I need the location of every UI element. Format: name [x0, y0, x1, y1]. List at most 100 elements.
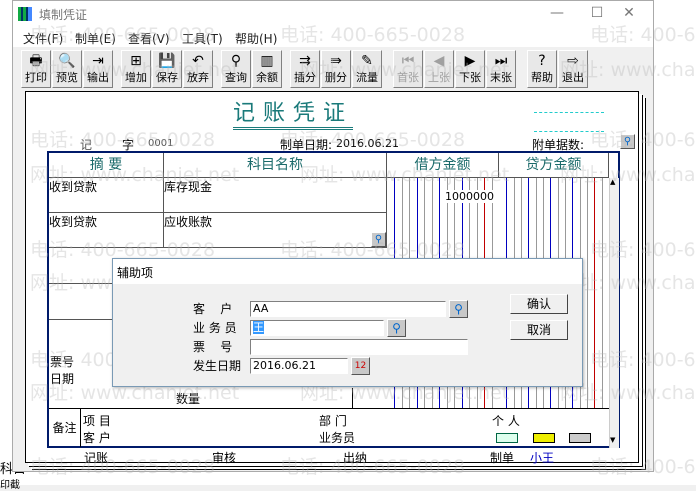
- close-button[interactable]: ✕: [615, 5, 643, 21]
- date-row-label: 日期: [50, 372, 75, 386]
- footer-bookkeep: 记账: [84, 451, 109, 465]
- minimize-button[interactable]: —: [543, 5, 571, 21]
- previous-button[interactable]: ◀ 上张: [424, 50, 454, 88]
- menu-tools[interactable]: 工具(T): [182, 30, 223, 47]
- header-account: 科目名称: [164, 153, 387, 178]
- maximize-button[interactable]: ☐: [583, 5, 611, 21]
- last-icon: ⏭: [494, 53, 508, 69]
- scrollbar[interactable]: ▲ ▼: [609, 178, 619, 448]
- ticket-input[interactable]: [250, 339, 468, 355]
- notes-salesman[interactable]: 业务员: [319, 429, 355, 446]
- preview-icon: 🔍: [58, 53, 76, 69]
- exit-button[interactable]: ⇨ 退出: [558, 50, 588, 88]
- first-icon: ⏮: [401, 53, 415, 69]
- menu-make[interactable]: 制单(E): [75, 30, 116, 47]
- ok-button[interactable]: 确认: [510, 294, 568, 314]
- table-row-2-summary[interactable]: 收到贷款: [49, 213, 164, 248]
- insert-line-icon: ⇉: [299, 53, 311, 69]
- footer-maker: 小王: [530, 451, 555, 465]
- date-label: 发生日期: [193, 359, 242, 373]
- notes-edit-icon[interactable]: [569, 433, 591, 443]
- menu-help[interactable]: 帮助(H): [235, 30, 277, 47]
- insert-line-button[interactable]: ⇉ 插分: [290, 50, 320, 88]
- discard-button[interactable]: ↶ 放弃: [183, 50, 213, 88]
- table-row-2-account[interactable]: 应收账款: [164, 213, 387, 248]
- export-label: 输出: [87, 71, 109, 84]
- ticket-label: 票 号: [193, 340, 233, 354]
- divider: [534, 112, 604, 113]
- attach-search-icon[interactable]: ⚲: [620, 134, 635, 149]
- header-credit: 贷方金额: [499, 153, 609, 178]
- help-icon: ?: [538, 53, 546, 69]
- table-row-1-summary[interactable]: 收到贷款: [49, 178, 164, 213]
- footer-audit: 审核: [212, 451, 237, 465]
- voucher-date[interactable]: 2016.06.21: [336, 137, 399, 150]
- help-label: 帮助: [531, 71, 553, 84]
- divider: [352, 388, 353, 408]
- voucher-number[interactable]: 0001: [148, 138, 173, 149]
- cashflow-icon: ✎: [361, 53, 373, 69]
- notes-person[interactable]: 个 人: [492, 412, 520, 429]
- delete-line-button[interactable]: ⇛ 删分: [321, 50, 351, 88]
- help-button[interactable]: ? 帮助: [527, 50, 557, 88]
- add-button[interactable]: ⊞ 增加: [121, 50, 151, 88]
- salesman-search-icon[interactable]: ⚲: [387, 319, 406, 337]
- customer-search-icon[interactable]: ⚲: [449, 300, 468, 318]
- balance-icon: ▥: [260, 53, 274, 69]
- save-label: 保存: [156, 71, 178, 84]
- balance-button[interactable]: ▥ 余额: [252, 50, 282, 88]
- notes-dept[interactable]: 部 门: [319, 412, 347, 429]
- notes-label: 备注: [49, 409, 81, 447]
- background-text: 印截: [0, 480, 20, 491]
- account-search-icon[interactable]: ⚲: [371, 232, 386, 247]
- notes-customer[interactable]: 客 户: [83, 429, 111, 446]
- print-label: 打印: [25, 71, 47, 84]
- add-icon: ⊞: [130, 53, 142, 69]
- cashflow-label: 流量: [356, 71, 378, 84]
- scroll-up-icon[interactable]: ▲: [610, 178, 615, 186]
- preview-button[interactable]: 🔍 预览: [52, 50, 82, 88]
- notes-card-icon[interactable]: [533, 433, 555, 443]
- query-button[interactable]: ⚲ 查询: [221, 50, 251, 88]
- table-row-1-account[interactable]: 库存现金: [164, 178, 387, 213]
- window-title: 填制凭证: [39, 8, 88, 22]
- next-button[interactable]: ▶ 下张: [455, 50, 485, 88]
- print-button[interactable]: 🖶 打印: [21, 50, 51, 88]
- print-icon: 🖶: [29, 53, 43, 69]
- scroll-down-icon[interactable]: ▼: [610, 436, 615, 444]
- notes-list-icon[interactable]: [496, 433, 518, 443]
- customer-label: 客 户: [193, 302, 233, 316]
- auxiliary-dialog: 辅助项 客 户 AA ⚲ 业 务 员 王 ⚲ 票 号 发生日期 2016.06.…: [112, 258, 583, 387]
- save-button[interactable]: 💾 保存: [152, 50, 182, 88]
- summary-text: 收到贷款: [49, 215, 98, 229]
- last-label: 末张: [490, 71, 512, 84]
- cashflow-button[interactable]: ✎ 流量: [352, 50, 382, 88]
- menu-bar: 文件(F) 制单(E) 查看(V) 工具(T) 帮助(H): [13, 27, 653, 47]
- salesman-input[interactable]: 王: [250, 320, 384, 336]
- next-icon: ▶: [464, 53, 476, 69]
- previous-icon: ◀: [433, 53, 445, 69]
- previous-label: 上张: [428, 71, 450, 84]
- query-label: 查询: [225, 71, 247, 84]
- first-button[interactable]: ⏮ 首张: [393, 50, 423, 88]
- cancel-button[interactable]: 取消: [510, 320, 568, 340]
- query-icon: ⚲: [230, 53, 242, 69]
- salesman-value: 王: [253, 321, 264, 334]
- account-text: 应收账款: [164, 215, 213, 229]
- exit-icon: ⇨: [567, 53, 579, 69]
- ticket-label: 票号: [50, 355, 75, 369]
- customer-input[interactable]: AA: [250, 301, 446, 317]
- date-input[interactable]: 2016.06.21: [250, 358, 348, 374]
- menu-file[interactable]: 文件(F): [23, 30, 63, 47]
- export-button[interactable]: ⇥ 输出: [83, 50, 113, 88]
- discard-icon: ↶: [192, 53, 204, 69]
- insert-line-label: 插分: [294, 71, 316, 84]
- last-button[interactable]: ⏭ 末张: [486, 50, 516, 88]
- notes-project[interactable]: 项 目: [83, 412, 111, 429]
- exit-label: 退出: [562, 71, 584, 84]
- grid-line: [587, 178, 588, 408]
- menu-view[interactable]: 查看(V): [128, 30, 170, 47]
- delete-line-icon: ⇛: [330, 53, 342, 69]
- calendar-icon[interactable]: 12: [351, 357, 370, 375]
- debit-amount[interactable]: 1000000: [445, 190, 494, 203]
